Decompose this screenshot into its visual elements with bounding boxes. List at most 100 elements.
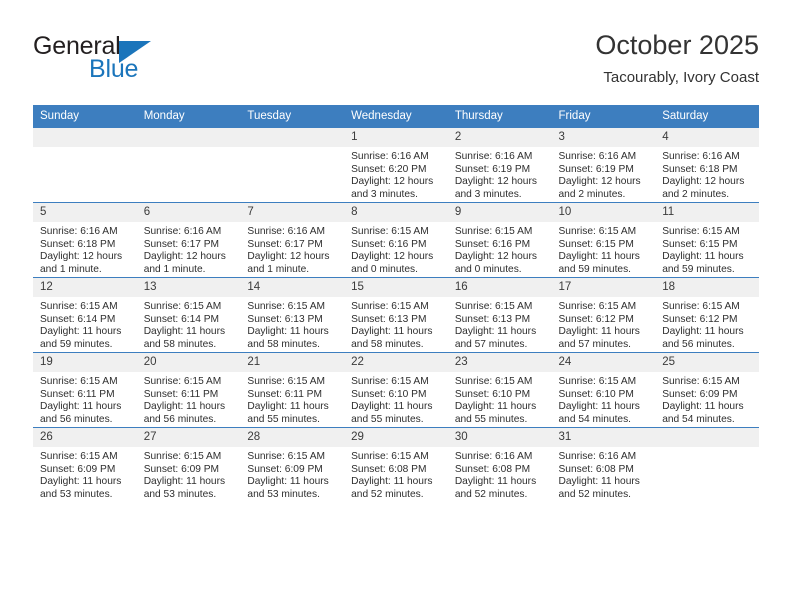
day-number: 22 xyxy=(344,353,448,372)
daylight-text-line1: Daylight: 11 hours xyxy=(351,326,433,338)
weekday-header-friday: Friday xyxy=(551,105,656,128)
day-number: 25 xyxy=(655,353,759,372)
calendar-cell-day[interactable]: 4 Sunrise: 6:16 AM Sunset: 6:18 PM Daylight… xyxy=(655,127,759,203)
sunrise-text: Sunrise: 6:15 AM xyxy=(40,376,118,387)
sunset-text: Sunset: 6:08 PM xyxy=(454,463,531,475)
daylight-text-line2: and 59 minutes. xyxy=(662,263,735,275)
calendar-cell-day[interactable]: 13 Sunrise: 6:15 AM Sunset: 6:14 PM Dayligh… xyxy=(136,277,241,353)
sunrise-text: Sunrise: 6:15 AM xyxy=(247,376,325,387)
day-info: Sunrise: 6:15 AM Sunset: 6:12 PM Daylight:… xyxy=(655,297,759,351)
sunrise-text: Sunrise: 6:16 AM xyxy=(40,226,118,237)
calendar-cell-day[interactable]: 20 Sunrise: 6:15 AM Sunset: 6:11 PM Dayligh… xyxy=(136,352,241,428)
page-title: October 2025 xyxy=(595,30,759,60)
daylight-text-line2: and 52 minutes. xyxy=(558,488,632,500)
day-info: Sunrise: 6:16 AM Sunset: 6:18 PM Daylight:… xyxy=(655,147,759,201)
calendar-cell-day[interactable]: 24 Sunrise: 6:15 AM Sunset: 6:10 PM Dayligh… xyxy=(551,352,656,428)
calendar-cell-day[interactable]: 28 Sunrise: 6:15 AM Sunset: 6:09 PM Dayligh… xyxy=(240,427,345,502)
day-info: Sunrise: 6:16 AM Sunset: 6:20 PM Daylight:… xyxy=(344,147,448,201)
daylight-text-line2: and 1 minute. xyxy=(247,263,310,275)
day-number: 10 xyxy=(551,203,656,222)
sunrise-text: Sunrise: 6:16 AM xyxy=(351,151,429,162)
calendar-page: General Blue October 2025 Tacourably, Iv… xyxy=(0,0,792,612)
calendar-cell-day[interactable]: 8 Sunrise: 6:15 AM Sunset: 6:16 PM Daylight… xyxy=(344,202,448,278)
daylight-text-line1: Daylight: 12 hours xyxy=(143,251,226,263)
day-number: 8 xyxy=(344,203,448,222)
sunset-text: Sunset: 6:10 PM xyxy=(454,388,531,400)
day-number: 12 xyxy=(33,278,137,297)
day-info: Sunrise: 6:16 AM Sunset: 6:17 PM Daylight:… xyxy=(137,222,241,276)
calendar-cell-day[interactable]: 29 Sunrise: 6:15 AM Sunset: 6:08 PM Dayligh… xyxy=(344,427,448,502)
daylight-text-line2: and 1 minute. xyxy=(40,263,102,275)
sunset-text: Sunset: 6:09 PM xyxy=(143,463,220,475)
daylight-text-line1: Daylight: 11 hours xyxy=(662,401,744,413)
sunrise-text: Sunrise: 6:15 AM xyxy=(662,226,740,237)
daylight-text-line2: and 55 minutes. xyxy=(247,413,320,425)
daylight-text-line2: and 53 minutes. xyxy=(143,488,217,500)
day-info: Sunrise: 6:15 AM Sunset: 6:13 PM Daylight:… xyxy=(344,297,448,351)
calendar-cell-day[interactable]: 10 Sunrise: 6:15 AM Sunset: 6:15 PM Dayligh… xyxy=(551,202,656,278)
calendar-cell-day[interactable]: 22 Sunrise: 6:15 AM Sunset: 6:10 PM Dayligh… xyxy=(344,352,448,428)
day-info: Sunrise: 6:15 AM Sunset: 6:10 PM Daylight:… xyxy=(552,372,656,426)
calendar-cell-day[interactable]: 9 Sunrise: 6:15 AM Sunset: 6:16 PM Daylight… xyxy=(447,202,552,278)
day-number: 27 xyxy=(136,428,241,447)
day-info: Sunrise: 6:15 AM Sunset: 6:13 PM Daylight:… xyxy=(448,297,552,351)
daylight-text-line1: Daylight: 12 hours xyxy=(351,176,434,188)
calendar-cell-day[interactable]: 17 Sunrise: 6:15 AM Sunset: 6:12 PM Dayligh… xyxy=(551,277,656,353)
day-number: 23 xyxy=(447,353,552,372)
calendar-cell-day[interactable]: 6 Sunrise: 6:16 AM Sunset: 6:17 PM Daylight… xyxy=(136,202,241,278)
calendar-cell-day[interactable]: 7 Sunrise: 6:16 AM Sunset: 6:17 PM Daylight… xyxy=(240,202,345,278)
sunrise-text: Sunrise: 6:15 AM xyxy=(40,301,118,312)
daylight-text-line1: Daylight: 11 hours xyxy=(40,326,122,338)
day-number: 5 xyxy=(33,203,137,222)
calendar-cell-day[interactable]: 16 Sunrise: 6:15 AM Sunset: 6:13 PM Dayligh… xyxy=(447,277,552,353)
sunset-text: Sunset: 6:13 PM xyxy=(247,313,323,325)
calendar-cell-day[interactable]: 27 Sunrise: 6:15 AM Sunset: 6:09 PM Dayligh… xyxy=(136,427,241,502)
calendar-cell-day[interactable]: 23 Sunrise: 6:15 AM Sunset: 6:10 PM Dayligh… xyxy=(447,352,552,428)
calendar-cell-day[interactable]: 5 Sunrise: 6:16 AM Sunset: 6:18 PM Daylight… xyxy=(33,202,137,278)
day-number: 17 xyxy=(551,278,656,297)
calendar-cell-day[interactable]: 15 Sunrise: 6:15 AM Sunset: 6:13 PM Dayligh… xyxy=(344,277,448,353)
sunset-text: Sunset: 6:08 PM xyxy=(351,463,427,475)
calendar-cell-day[interactable]: 3 Sunrise: 6:16 AM Sunset: 6:19 PM Daylight… xyxy=(551,127,656,203)
daylight-text-line1: Daylight: 11 hours xyxy=(558,476,640,488)
day-number: 20 xyxy=(136,353,241,372)
daylight-text-line2: and 52 minutes. xyxy=(454,488,528,500)
calendar-cell-day[interactable]: 2 Sunrise: 6:16 AM Sunset: 6:19 PM Daylight… xyxy=(447,127,552,203)
sunrise-text: Sunrise: 6:15 AM xyxy=(454,376,533,387)
calendar-cell-day[interactable]: 11 Sunrise: 6:15 AM Sunset: 6:15 PM Dayligh… xyxy=(655,202,759,278)
sunrise-text: Sunrise: 6:16 AM xyxy=(247,226,325,237)
day-number xyxy=(33,128,137,147)
calendar-cell-day[interactable]: 30 Sunrise: 6:16 AM Sunset: 6:08 PM Dayligh… xyxy=(447,427,552,502)
sunrise-text: Sunrise: 6:15 AM xyxy=(351,226,429,237)
calendar-cell-day[interactable]: 12 Sunrise: 6:15 AM Sunset: 6:14 PM Dayligh… xyxy=(33,277,137,353)
daylight-text-line1: Daylight: 12 hours xyxy=(454,251,537,263)
daylight-text-line1: Daylight: 11 hours xyxy=(351,476,433,488)
daylight-text-line1: Daylight: 12 hours xyxy=(351,251,434,263)
daylight-text-line2: and 59 minutes. xyxy=(558,263,632,275)
sunset-text: Sunset: 6:17 PM xyxy=(247,238,323,250)
daylight-text-line2: and 58 minutes. xyxy=(351,338,424,350)
sunset-text: Sunset: 6:11 PM xyxy=(247,388,322,400)
calendar-cell-day[interactable]: 14 Sunrise: 6:15 AM Sunset: 6:13 PM Dayligh… xyxy=(240,277,345,353)
daylight-text-line2: and 58 minutes. xyxy=(143,338,217,350)
calendar-cell-day[interactable]: 26 Sunrise: 6:15 AM Sunset: 6:09 PM Dayligh… xyxy=(33,427,137,502)
sunrise-text: Sunrise: 6:15 AM xyxy=(143,301,222,312)
calendar-cell-day[interactable]: 31 Sunrise: 6:16 AM Sunset: 6:08 PM Dayligh… xyxy=(551,427,656,502)
day-number: 4 xyxy=(655,128,759,147)
day-info: Sunrise: 6:15 AM Sunset: 6:09 PM Daylight:… xyxy=(655,372,759,426)
day-number: 31 xyxy=(551,428,656,447)
brand-logo[interactable]: General Blue xyxy=(33,32,253,94)
daylight-text-line2: and 53 minutes. xyxy=(40,488,113,500)
calendar-cell-day[interactable]: 21 Sunrise: 6:15 AM Sunset: 6:11 PM Dayligh… xyxy=(240,352,345,428)
calendar-cell-day[interactable]: 25 Sunrise: 6:15 AM Sunset: 6:09 PM Dayligh… xyxy=(655,352,759,428)
day-info: Sunrise: 6:15 AM Sunset: 6:13 PM Daylight:… xyxy=(240,297,344,351)
sunset-text: Sunset: 6:12 PM xyxy=(558,313,634,325)
calendar-body: 1 Sunrise: 6:16 AM Sunset: 6:20 PM Daylight… xyxy=(33,127,759,502)
calendar-cell-day[interactable]: 19 Sunrise: 6:15 AM Sunset: 6:11 PM Dayligh… xyxy=(33,352,137,428)
day-number: 30 xyxy=(447,428,552,447)
weekday-header-sunday: Sunday xyxy=(33,105,137,128)
calendar-cell-day[interactable]: 18 Sunrise: 6:15 AM Sunset: 6:12 PM Dayligh… xyxy=(655,277,759,353)
calendar-week-row: 26 Sunrise: 6:15 AM Sunset: 6:09 PM Dayligh… xyxy=(33,427,759,502)
calendar-cell-day[interactable]: 1 Sunrise: 6:16 AM Sunset: 6:20 PM Daylight… xyxy=(344,127,448,203)
sunset-text: Sunset: 6:19 PM xyxy=(454,163,531,175)
